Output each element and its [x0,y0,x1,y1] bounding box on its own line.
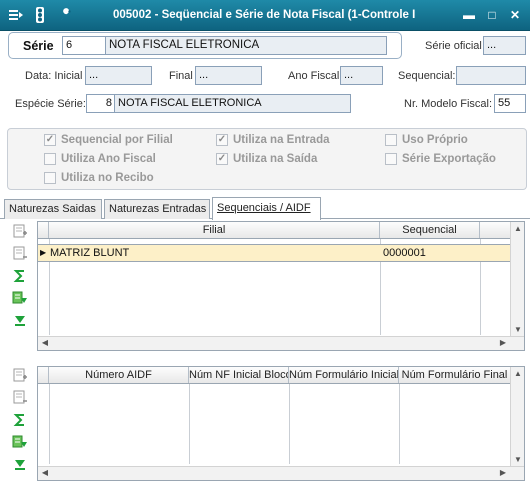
scroll-up-icon[interactable]: ▲ [511,369,525,378]
grid1-toolbar [10,222,34,332]
wrench-icon[interactable] [57,7,75,23]
sum-icon[interactable] [10,267,30,285]
move-down-icon[interactable] [10,311,30,329]
add-row-icon[interactable] [10,366,30,384]
serie-description-field[interactable]: NOTA FISCAL ELETRONICA [105,36,387,55]
grid1-header: Filial Sequencial [38,222,510,239]
horizontal-scrollbar[interactable]: ◀ ▶ [38,466,524,480]
sequencial-field[interactable] [456,66,526,85]
checkbox-checked-icon[interactable]: ✓ [216,153,228,165]
window-title: 005002 - Seqüencial e Série de Nota Fisc… [113,9,416,21]
sequencial-label: Sequencial: [398,70,456,82]
vertical-scrollbar[interactable]: ▲ ▼ [510,367,524,466]
serie-oficial-label: Série oficial [425,40,482,52]
traffic-light-icon[interactable] [31,7,49,23]
option-utiliza-na-saida[interactable]: ✓ Utiliza na Saída [216,153,317,165]
cell-filial[interactable]: MATRIZ BLUNT [50,245,129,261]
column-header-filial[interactable]: Filial [49,222,380,238]
scroll-right-icon[interactable]: ▶ [496,468,510,477]
column-header-spacer [480,222,510,238]
move-down-icon[interactable] [10,455,30,473]
maximize-button[interactable]: □ [482,6,502,24]
tab-content: Filial Sequencial ▶ MATRIZ BLUNT 0000001… [0,219,530,483]
close-button[interactable]: ✕ [505,6,525,24]
checkbox-unchecked-icon[interactable] [44,153,56,165]
serie-oficial-field[interactable]: ... [483,36,526,55]
table-row[interactable]: ▶ MATRIZ BLUNT 0000001 [38,244,510,262]
scroll-up-icon[interactable]: ▲ [511,224,525,233]
data-final-field[interactable]: ... [195,66,262,85]
option-uso-proprio[interactable]: Uso Próprio [385,134,468,146]
serie-code-input[interactable]: 6 [62,36,107,55]
remove-row-icon[interactable] [10,244,30,262]
checkbox-unchecked-icon[interactable] [385,153,397,165]
options-panel: ✓ Sequencial por Filial Utiliza Ano Fisca… [7,128,527,190]
cell-sequencial[interactable]: 0000001 [383,245,426,261]
column-divider [289,384,290,464]
ano-fiscal-label: Ano Fiscal: [288,70,343,82]
add-row-icon[interactable] [10,222,30,240]
header-form: Série 6 NOTA FISCAL ELETRONICA Série ofi… [0,31,530,121]
sequencial-grid: Filial Sequencial ▶ MATRIZ BLUNT 0000001… [37,221,525,351]
checkbox-checked-icon[interactable]: ✓ [216,134,228,146]
ano-fiscal-field[interactable]: ... [340,66,383,85]
column-header-formulario-final[interactable]: Núm Formulário Final [399,367,510,383]
column-header-nf-inicial-bloco[interactable]: Núm NF Inicial Bloco [189,367,289,383]
export-icon[interactable] [10,289,30,307]
modelo-fiscal-field[interactable]: 55 [494,94,526,113]
serie-label: Série [23,39,54,53]
data-final-label: Final [169,70,193,82]
modelo-fiscal-label: Nr. Modelo Fiscal: [404,98,493,110]
tab-naturezas-entradas[interactable]: Naturezas Entradas [104,199,210,219]
horizontal-scrollbar[interactable]: ◀ ▶ [38,336,524,350]
aidf-grid: Número AIDF Núm NF Inicial Bloco Núm For… [37,366,525,481]
scroll-left-icon[interactable]: ◀ [38,338,52,347]
data-inicial-label: Data: Inicial [25,70,83,82]
tab-strip: Naturezas Saidas Naturezas Entradas Sequ… [0,197,530,220]
scroll-down-icon[interactable]: ▼ [511,325,525,334]
export-icon[interactable] [10,433,30,451]
column-header-sequencial[interactable]: Sequencial [380,222,480,238]
vertical-scrollbar[interactable]: ▲ ▼ [510,222,524,336]
especie-serie-label: Espécie Série: [15,98,86,110]
minimize-button[interactable]: ▬ [459,6,479,24]
grid2-header: Número AIDF Núm NF Inicial Bloco Núm For… [38,367,510,384]
row-pointer-icon: ▶ [40,248,47,257]
especie-code-input[interactable]: 8 [86,94,116,113]
scroll-down-icon[interactable]: ▼ [511,455,525,464]
column-header-formulario-inicial[interactable]: Núm Formulário Inicial [289,367,399,383]
remove-row-icon[interactable] [10,388,30,406]
option-utiliza-ano-fiscal[interactable]: Utiliza Ano Fiscal [44,153,156,165]
checkbox-checked-icon[interactable]: ✓ [44,134,56,146]
option-utiliza-no-recibo[interactable]: Utiliza no Recibo [44,172,154,184]
especie-description-field[interactable]: NOTA FISCAL ELETRONICA [114,94,351,113]
grid2-toolbar [10,366,34,476]
menu-icon[interactable] [7,7,25,23]
row-indicator-header [38,222,49,238]
data-inicial-field[interactable]: ... [85,66,152,85]
checkbox-unchecked-icon[interactable] [385,134,397,146]
tab-sequenciais-aidf[interactable]: Sequenciais / AIDF [212,197,321,220]
option-sequencial-por-filial[interactable]: ✓ Sequencial por Filial [44,134,173,146]
option-serie-exportacao[interactable]: Série Exportação [385,153,496,165]
column-divider [189,384,190,464]
option-utiliza-na-entrada[interactable]: ✓ Utiliza na Entrada [216,134,330,146]
column-divider [49,384,50,464]
checkbox-unchecked-icon[interactable] [44,172,56,184]
column-header-numero-aidf[interactable]: Número AIDF [49,367,189,383]
sum-icon[interactable] [10,411,30,429]
serie-group: Série 6 NOTA FISCAL ELETRONICA [8,32,402,59]
column-divider [399,384,400,464]
scroll-left-icon[interactable]: ◀ [38,468,52,477]
row-indicator-header [38,367,49,383]
title-bar: 005002 - Seqüencial e Série de Nota Fisc… [0,0,530,31]
tab-naturezas-saidas[interactable]: Naturezas Saidas [4,199,102,219]
scroll-right-icon[interactable]: ▶ [496,338,510,347]
